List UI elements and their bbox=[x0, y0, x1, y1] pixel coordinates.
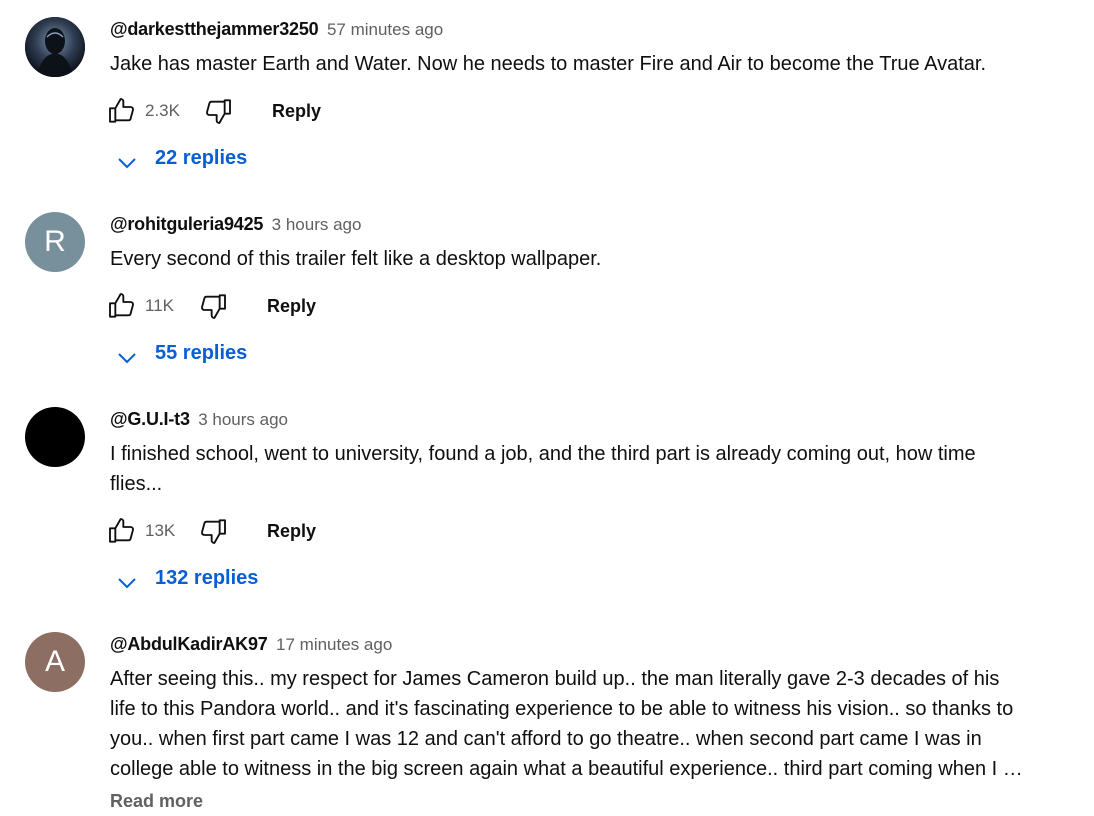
comment-header: @AbdulKadirAK97 17 minutes ago bbox=[110, 634, 392, 658]
avatar[interactable] bbox=[25, 407, 85, 467]
avatar-letter: A bbox=[44, 645, 65, 678]
comment-header: @rohitguleria9425 3 hours ago bbox=[110, 214, 361, 238]
comment-text-line: After seeing this.. my respect for James… bbox=[110, 668, 1000, 690]
comment-header: @darkestthejammer3250 57 minutes ago bbox=[110, 19, 443, 43]
thumb-up-icon bbox=[109, 518, 134, 543]
comment-timestamp[interactable]: 57 minutes ago bbox=[327, 20, 443, 39]
comment-timestamp[interactable]: 3 hours ago bbox=[198, 410, 288, 429]
replies-count-label: 132 replies bbox=[155, 567, 259, 589]
comment-text: After seeing this.. my respect for James… bbox=[110, 664, 1065, 816]
replies-count-label: 22 replies bbox=[155, 147, 248, 169]
like-button[interactable] bbox=[106, 290, 138, 322]
reply-button[interactable]: Reply bbox=[267, 296, 316, 317]
thumb-down-icon bbox=[201, 519, 226, 544]
thumb-up-icon bbox=[109, 293, 134, 318]
replies-count-label: 55 replies bbox=[155, 342, 248, 364]
avatar[interactable]: A bbox=[25, 632, 85, 692]
avatar[interactable]: R bbox=[25, 212, 85, 272]
like-count: 11K bbox=[145, 296, 174, 315]
comment-text: Jake has master Earth and Water. Now he … bbox=[110, 53, 987, 75]
thumb-up-icon bbox=[109, 98, 134, 123]
comment-author[interactable]: @AbdulKadirAK97 bbox=[110, 634, 268, 654]
dislike-button[interactable] bbox=[197, 515, 229, 547]
comment-text-segment: college able to witness in the big scree… bbox=[110, 758, 998, 780]
comment-author[interactable]: @darkestthejammer3250 bbox=[110, 19, 319, 39]
comment-text-line: college able to witness in the big scree… bbox=[110, 754, 1065, 784]
read-more-link[interactable]: Read more bbox=[110, 786, 1065, 816]
like-button[interactable] bbox=[106, 95, 138, 127]
chevron-down-icon bbox=[118, 158, 136, 169]
comment-text-line: you.. when first part came I was 12 and … bbox=[110, 728, 982, 750]
like-button[interactable] bbox=[106, 515, 138, 547]
dislike-button[interactable] bbox=[197, 290, 229, 322]
chevron-down-icon bbox=[118, 578, 136, 589]
comment-text-line: I finished school, went to university, f… bbox=[110, 443, 976, 465]
comment-timestamp[interactable]: 17 minutes ago bbox=[276, 635, 392, 654]
avatar-letter: R bbox=[44, 225, 66, 258]
avatar-image bbox=[25, 17, 85, 77]
chevron-down-icon bbox=[118, 353, 136, 364]
reply-button[interactable]: Reply bbox=[272, 101, 321, 122]
dislike-button[interactable] bbox=[202, 95, 234, 127]
comment-text-line: life to this Pandora world.. and it's fa… bbox=[110, 698, 1014, 720]
truncation-ellipsis: … bbox=[1002, 758, 1023, 780]
comment-text: I finished school, went to university, f… bbox=[110, 439, 1065, 499]
comment-text-line: flies... bbox=[110, 473, 163, 495]
comment-timestamp[interactable]: 3 hours ago bbox=[272, 215, 362, 234]
like-count: 13K bbox=[145, 521, 176, 540]
reply-button[interactable]: Reply bbox=[267, 521, 316, 542]
thumb-down-icon bbox=[201, 294, 226, 319]
comment-text: Every second of this trailer felt like a… bbox=[110, 248, 602, 270]
comment-author[interactable]: @G.U.I-t3 bbox=[110, 409, 190, 429]
thumb-down-icon bbox=[206, 99, 231, 124]
avatar[interactable] bbox=[25, 17, 85, 77]
like-count: 2.3K bbox=[145, 101, 180, 120]
comment-header: @G.U.I-t3 3 hours ago bbox=[110, 409, 288, 433]
comment-author[interactable]: @rohitguleria9425 bbox=[110, 214, 263, 234]
